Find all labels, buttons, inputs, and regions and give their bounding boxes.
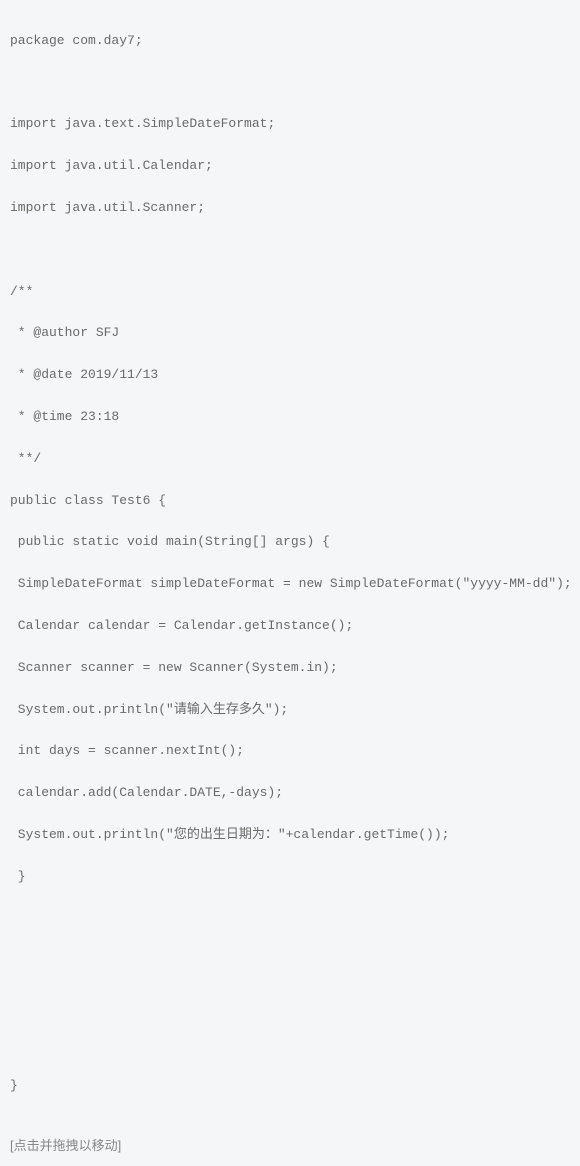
code-line: calendar.add(Calendar.DATE,-days);: [10, 783, 570, 804]
code-line: [10, 909, 570, 930]
code-line: import java.util.Scanner;: [10, 198, 570, 219]
code-line: [10, 240, 570, 261]
code-line: System.out.println("请输入生存多久");: [10, 700, 570, 721]
code-line: import java.util.Calendar;: [10, 156, 570, 177]
code-line: }: [10, 1076, 570, 1097]
code-line: /**: [10, 282, 570, 303]
code-line: * @date 2019/11/13: [10, 365, 570, 386]
code-line: **/: [10, 449, 570, 470]
code-block: package com.day7; import java.text.Simpl…: [10, 10, 570, 1118]
code-line: int days = scanner.nextInt();: [10, 741, 570, 762]
code-line: import java.text.SimpleDateFormat;: [10, 114, 570, 135]
code-line: * @author SFJ: [10, 323, 570, 344]
code-line: SimpleDateFormat simpleDateFormat = new …: [10, 574, 570, 595]
code-line: Calendar calendar = Calendar.getInstance…: [10, 616, 570, 637]
code-line: [10, 992, 570, 1013]
code-line: public static void main(String[] args) {: [10, 532, 570, 553]
code-line: * @time 23:18: [10, 407, 570, 428]
drag-hint: [点击并拖拽以移动]: [10, 1136, 570, 1157]
code-line: [10, 73, 570, 94]
code-line: Scanner scanner = new Scanner(System.in)…: [10, 658, 570, 679]
code-line: package com.day7;: [10, 31, 570, 52]
code-line: }: [10, 867, 570, 888]
code-line: [10, 950, 570, 971]
code-line: [10, 1034, 570, 1055]
code-line: System.out.println("您的出生日期为："+calendar.g…: [10, 825, 570, 846]
code-line: public class Test6 {: [10, 491, 570, 512]
